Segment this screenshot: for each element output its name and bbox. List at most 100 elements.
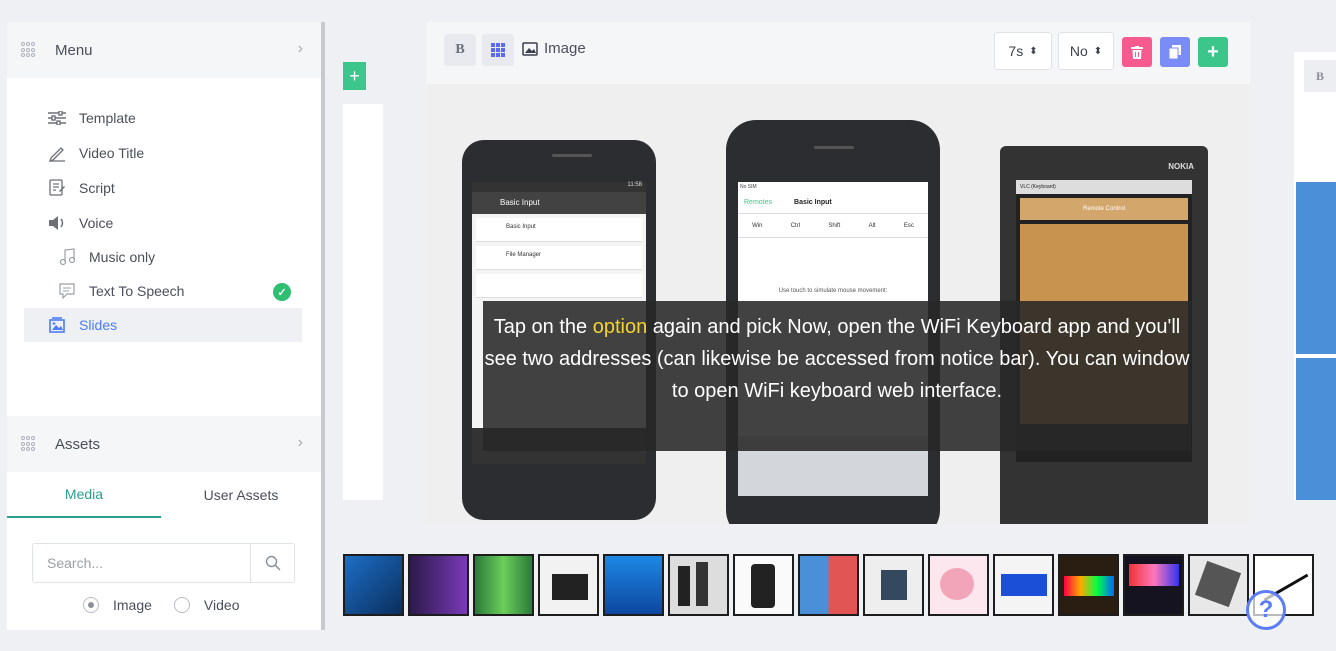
key-label: Alt xyxy=(868,222,876,229)
slide-thumbnail[interactable] xyxy=(798,554,859,616)
slide-thumbnail[interactable] xyxy=(408,554,469,616)
grid-button[interactable] xyxy=(482,34,514,66)
sidebar-item-label: Video Title xyxy=(79,145,145,161)
speaker-icon xyxy=(47,213,67,233)
slide-thumbnail[interactable] xyxy=(603,554,664,616)
slide-preview[interactable]: 11:58 Basic Input Basic Input File Manag… xyxy=(426,84,1250,524)
radio-image[interactable] xyxy=(83,597,99,613)
sidebar-item-label: Slides xyxy=(79,317,118,333)
slide-thumbnail[interactable] xyxy=(993,554,1054,616)
slide-thumbnail[interactable] xyxy=(1058,554,1119,616)
nokia-remote: Remote Control xyxy=(1020,198,1188,220)
music-icon xyxy=(57,247,77,267)
slide-thumbnail[interactable] xyxy=(473,554,534,616)
sidebar-item-video-title[interactable]: Video Title xyxy=(47,136,144,170)
check-circle-icon: ✓ xyxy=(273,283,291,301)
search-button[interactable] xyxy=(250,544,294,582)
android-item: Basic Input xyxy=(476,218,642,242)
sidebar-item-label: Script xyxy=(79,180,115,196)
grid-icon xyxy=(491,43,505,57)
delete-slide-button[interactable] xyxy=(1122,37,1152,67)
editor-root: Menu › Template Video Title Script Voice… xyxy=(0,0,1336,651)
grid-dots-icon xyxy=(21,436,37,452)
help-button[interactable]: ? xyxy=(1246,590,1286,630)
nokia-app: VLC (Keyboard) xyxy=(1016,180,1192,194)
sort-arrows-icon: ⬍ xyxy=(1029,45,1038,57)
sidebar-item-text-to-speech[interactable]: Text To Speech ✓ xyxy=(57,274,291,308)
image-icon xyxy=(522,41,538,56)
next-slide-card[interactable]: B xyxy=(1294,52,1336,500)
iphone-title: Basic Input xyxy=(794,199,832,206)
search-input[interactable] xyxy=(33,544,250,582)
sidebar-item-music-only[interactable]: Music only xyxy=(57,240,155,274)
sidebar-item-voice[interactable]: Voice xyxy=(47,206,113,240)
android-item: File Manager xyxy=(476,246,642,270)
slide-thumbnail[interactable] xyxy=(863,554,924,616)
sidebar-item-template[interactable]: Template xyxy=(47,101,136,135)
slide-thumbnail[interactable] xyxy=(343,554,404,616)
tab-media[interactable]: Media xyxy=(7,472,161,518)
chevron-right-icon: › xyxy=(297,434,303,451)
caption-highlight: option xyxy=(592,316,648,338)
iphone-hint: Use touch to simulate mouse movement: xyxy=(778,288,888,294)
slide-toolbar: B Image 7s ⬍ No ⬍ + xyxy=(426,22,1250,84)
pencil-icon xyxy=(47,143,67,163)
iphone-back: Remotes xyxy=(744,199,773,206)
slide-thumbnail[interactable] xyxy=(668,554,729,616)
android-header: Basic Input xyxy=(472,192,646,214)
copy-slide-button[interactable] xyxy=(1160,37,1190,67)
bold-button[interactable]: B xyxy=(1304,60,1336,92)
key-label: Shift xyxy=(828,222,841,229)
menu-title: Menu xyxy=(55,41,93,59)
sidebar-item-label: Voice xyxy=(79,215,114,231)
duration-select[interactable]: 7s ⬍ xyxy=(994,32,1052,70)
sidebar-item-label: Template xyxy=(79,110,136,126)
chevron-right-icon: › xyxy=(297,40,303,57)
radio-label-video: Video xyxy=(203,597,240,613)
add-slide-before-button[interactable]: + xyxy=(343,62,366,90)
slide-caption[interactable]: Tap on the option again and pick Now, op… xyxy=(483,301,1191,451)
slide-card: B Image 7s ⬍ No ⬍ + 11:58 Basic Input Ba… xyxy=(426,22,1250,524)
copy-icon xyxy=(1169,45,1181,59)
assets-header[interactable]: Assets › xyxy=(7,416,321,472)
asset-search xyxy=(32,543,295,583)
slide-thumbnail[interactable] xyxy=(1188,554,1249,616)
nokia-brand: NOKIA xyxy=(1168,162,1194,171)
grid-dots-icon xyxy=(21,42,37,58)
sort-arrows-icon: ⬍ xyxy=(1093,45,1103,57)
key-label: Win xyxy=(752,222,763,229)
sidebar-item-label: Text To Speech xyxy=(89,283,185,299)
script-icon xyxy=(47,178,67,198)
previous-slide-strip[interactable] xyxy=(343,104,383,500)
radio-video[interactable] xyxy=(173,597,190,613)
caption-text: Tap on the xyxy=(493,316,593,338)
transition-select[interactable]: No ⬍ xyxy=(1058,32,1114,70)
slide-thumbnail[interactable] xyxy=(928,554,989,616)
assets-title: Assets xyxy=(55,435,101,453)
search-icon xyxy=(265,555,281,571)
key-label: Ctrl xyxy=(790,222,801,229)
sliders-icon xyxy=(47,108,67,128)
slide-filmstrip xyxy=(343,554,1336,616)
slides-icon xyxy=(47,315,67,335)
tab-user-assets[interactable]: User Assets xyxy=(161,472,321,518)
radio-label-image: Image xyxy=(113,597,152,613)
sidebar-resize-handle[interactable] xyxy=(321,22,325,630)
duration-value: 7s xyxy=(1008,43,1024,59)
add-slide-button[interactable]: + xyxy=(1198,37,1228,67)
next-slide-preview xyxy=(1296,182,1336,354)
sidebar-item-slides[interactable]: Slides xyxy=(24,308,302,342)
slide-thumbnail[interactable] xyxy=(733,554,794,616)
message-icon xyxy=(57,281,77,301)
next-slide-preview xyxy=(1296,358,1336,500)
media-type-indicator[interactable]: Image xyxy=(522,40,586,57)
transition-value: No xyxy=(1069,43,1088,59)
sidebar-item-label: Music only xyxy=(89,249,156,265)
slide-thumbnail[interactable] xyxy=(1123,554,1184,616)
bold-button[interactable]: B xyxy=(444,34,476,66)
slide-thumbnail[interactable] xyxy=(538,554,599,616)
sidebar: Menu › Template Video Title Script Voice… xyxy=(7,22,321,630)
media-type-radios: Image Video xyxy=(83,597,239,613)
menu-header[interactable]: Menu › xyxy=(7,22,321,78)
sidebar-item-script[interactable]: Script xyxy=(47,171,115,205)
